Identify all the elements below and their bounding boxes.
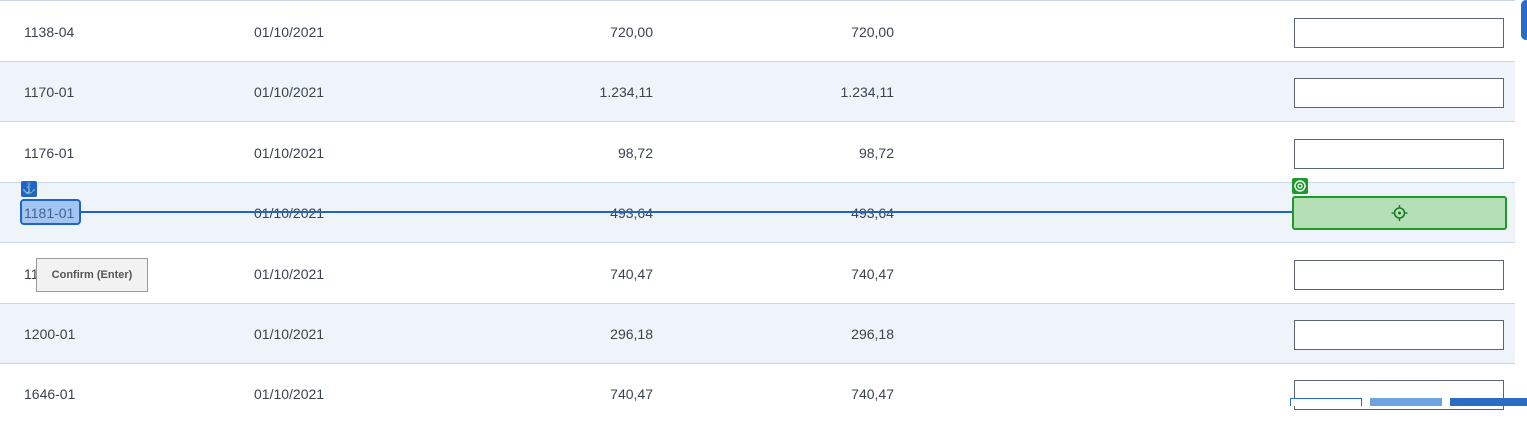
- table-row: 1181-01 01/10/2021 493,64 493,64: [0, 183, 1515, 243]
- cell-value1: 493,64: [610, 205, 653, 221]
- footer-button-primary-light[interactable]: [1370, 398, 1442, 406]
- footer-button-primary[interactable]: [1450, 398, 1527, 406]
- cell-date: 01/10/2021: [254, 24, 325, 40]
- cell-value2: 720,00: [851, 24, 894, 40]
- table-top-border: [0, 0, 1515, 1]
- row-input[interactable]: [1294, 18, 1504, 48]
- anchor-icon: ⚓: [21, 181, 37, 197]
- cell-value2: 1.234,11: [840, 84, 894, 100]
- cell-code: 1138-04: [24, 24, 75, 40]
- cell-value2: 740,47: [851, 386, 894, 402]
- row-input[interactable]: [1294, 320, 1504, 350]
- cell-date: 01/10/2021: [254, 326, 325, 342]
- cell-value2: 98,72: [858, 145, 894, 161]
- cell-date: 01/10/2021: [254, 84, 325, 100]
- target-icon: [1292, 178, 1308, 194]
- drag-connector-line: [81, 211, 1293, 213]
- cell-date: 01/10/2021: [254, 145, 325, 161]
- cell-code: 1646-01: [24, 386, 76, 402]
- cell-value1: 296,18: [610, 326, 653, 342]
- row-input[interactable]: [1294, 78, 1504, 108]
- right-gutter: [1515, 0, 1527, 406]
- cell-value1: 720,00: [610, 24, 653, 40]
- side-panel-tab[interactable]: [1521, 0, 1527, 40]
- cell-date: 01/10/2021: [254, 266, 325, 282]
- cell-value2: 493,64: [851, 205, 894, 221]
- row-input[interactable]: [1294, 139, 1504, 169]
- table-row: 1176-01 01/10/2021 98,72 98,72: [0, 123, 1515, 183]
- cell-value2: 740,47: [851, 266, 894, 282]
- footer-button-outline[interactable]: [1290, 398, 1362, 406]
- table-row: 1186-01 01/10/2021 740,47 740,47: [0, 244, 1515, 304]
- table-row: 1138-04 01/10/2021 720,00 720,00: [0, 2, 1515, 62]
- table-row: 1646-01 01/10/2021 740,47 740,47: [0, 364, 1515, 424]
- table-row: 1170-01 01/10/2021 1.234,11 1.234,11: [0, 62, 1515, 122]
- confirm-tooltip: Confirm (Enter): [36, 258, 148, 292]
- cell-value1: 1.234,11: [599, 84, 653, 100]
- target-icon-glyph: [1294, 180, 1306, 192]
- cell-value1: 98,72: [617, 145, 653, 161]
- drag-source-highlight: [20, 199, 81, 225]
- cell-value1: 740,47: [610, 386, 653, 402]
- crosshair-icon: [1391, 205, 1408, 221]
- row-input[interactable]: [1294, 260, 1504, 290]
- cell-code: 1200-01: [24, 326, 76, 342]
- cell-date: 01/10/2021: [254, 386, 325, 402]
- cell-code: 1176-01: [24, 145, 75, 161]
- cell-value1: 740,47: [610, 266, 653, 282]
- cell-value2: 296,18: [851, 326, 894, 342]
- cell-code: 1170-01: [24, 84, 75, 100]
- table-row: 1200-01 01/10/2021 296,18 296,18: [0, 304, 1515, 364]
- drop-target-input[interactable]: [1292, 196, 1507, 230]
- cell-date: 01/10/2021: [254, 205, 325, 221]
